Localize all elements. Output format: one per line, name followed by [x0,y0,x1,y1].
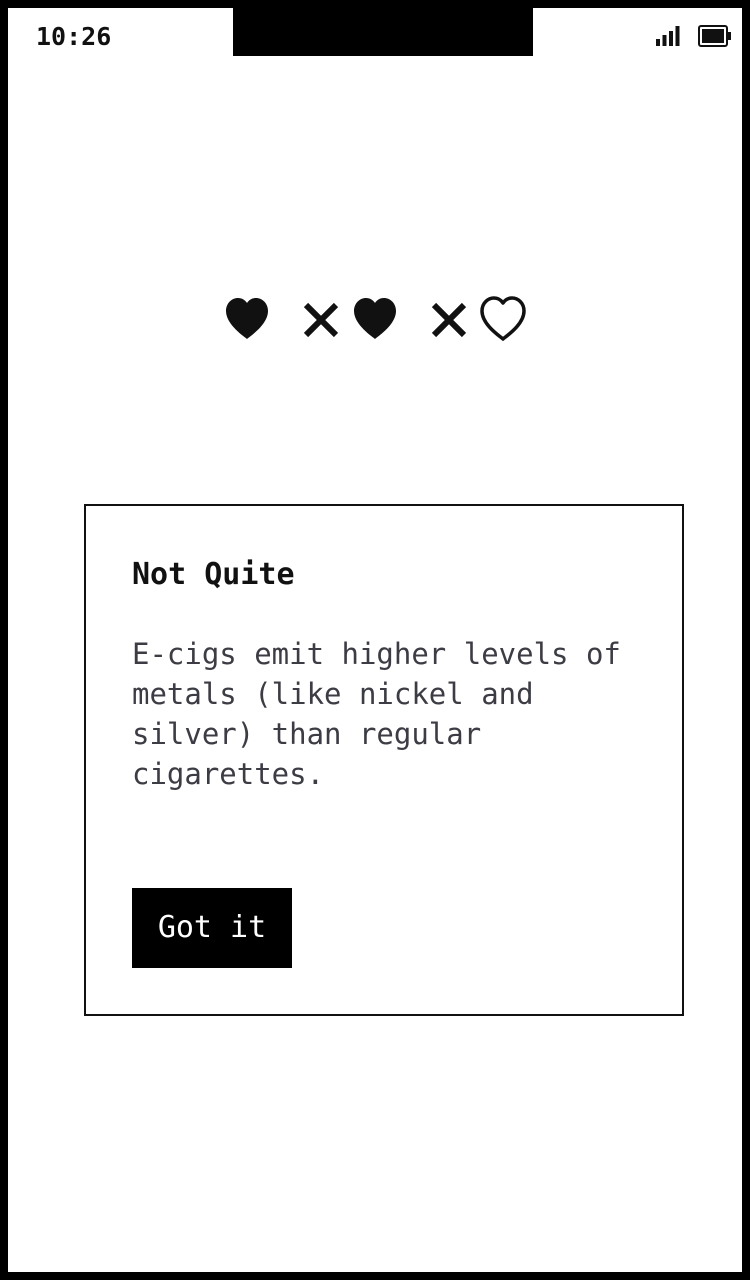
heart-filled-icon [226,298,268,339]
got-it-button[interactable]: Got it [132,888,292,968]
app-screen: 10:26 Not Quite E-cigs emit higher level… [8,8,742,1272]
feedback-card: Not Quite E-cigs emit higher levels of m… [84,504,684,1016]
heart-outline-icon [480,296,526,341]
feedback-title: Not Quite [132,557,295,592]
x-mark-icon [431,302,467,338]
status-time: 10:26 [36,22,112,51]
feedback-body: E-cigs emit higher levels of metals (lik… [132,637,621,791]
heart-filled-icon [354,298,396,339]
answer-progress [8,295,742,345]
device-notch [233,8,533,56]
signal-bars-icon [656,26,680,46]
x-mark-icon [303,302,339,338]
battery-full-icon [698,25,731,47]
